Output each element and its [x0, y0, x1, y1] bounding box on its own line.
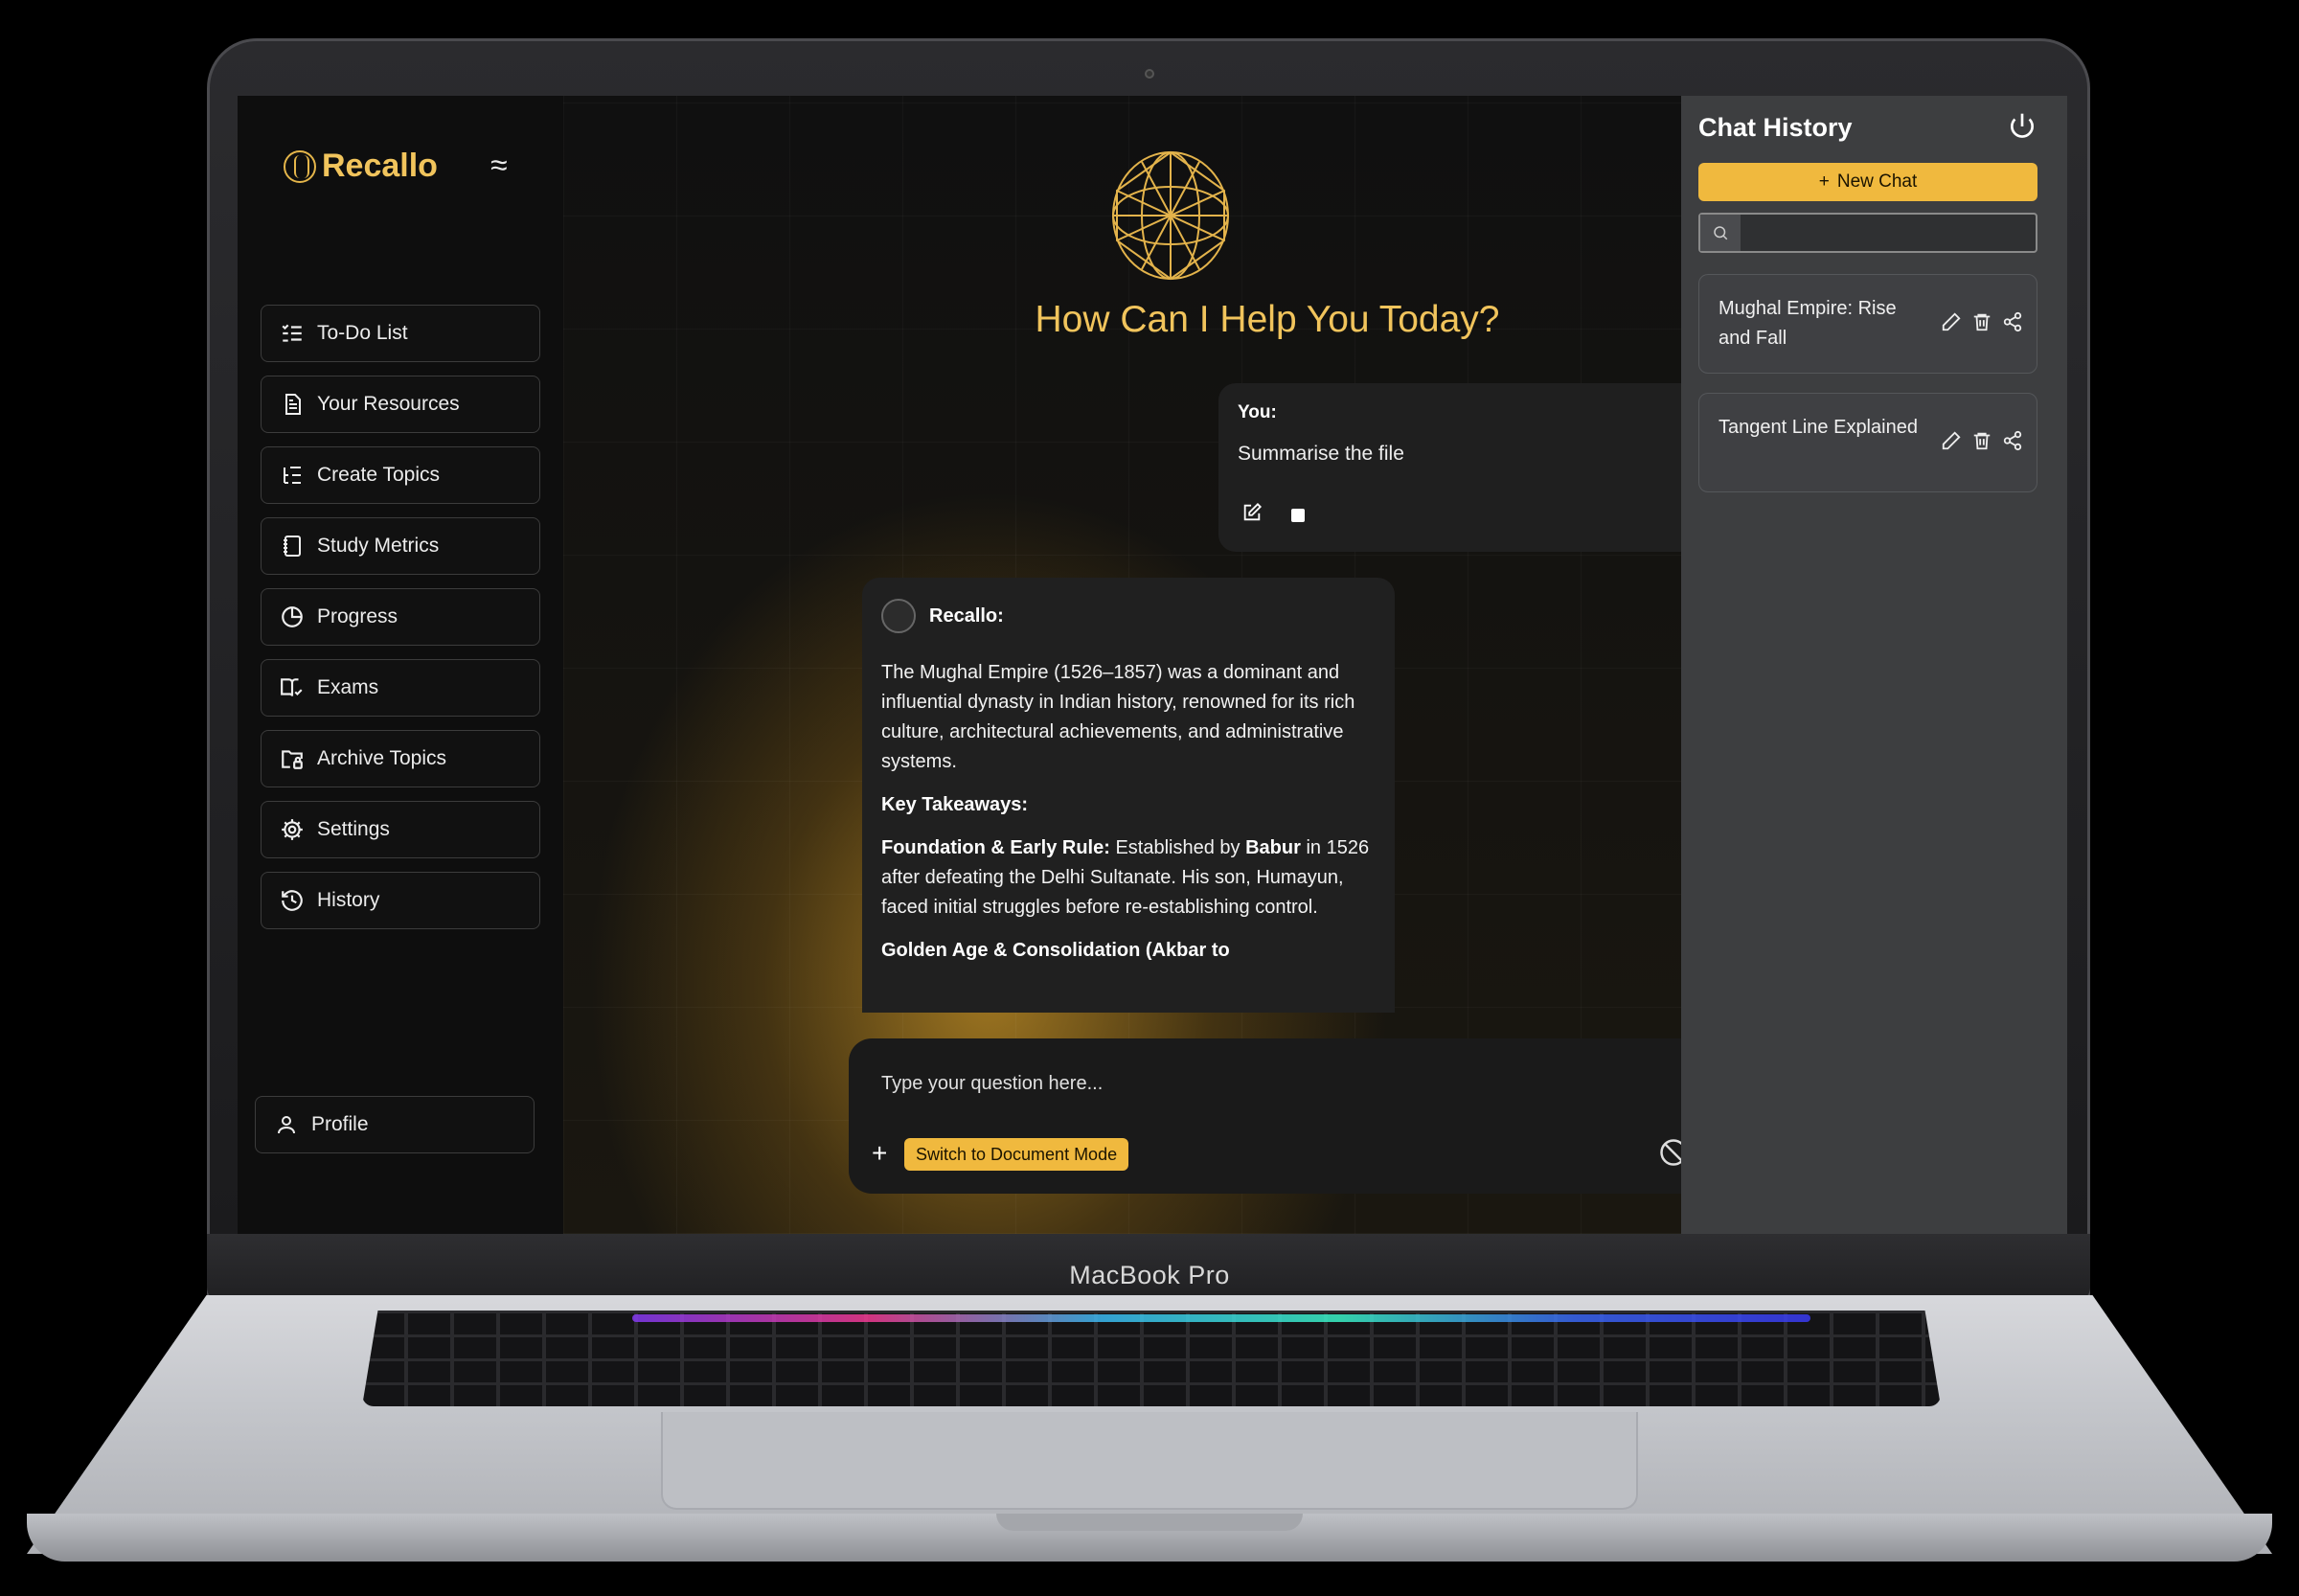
message-author: You: — [1238, 402, 1277, 422]
new-chat-button[interactable]: + New Chat — [1698, 163, 2037, 201]
chat-main: How Can I Help You Today? You: Summarise… — [563, 96, 1711, 1234]
message-composer: + Switch to Document Mode — [849, 1038, 1711, 1194]
message-actions — [1241, 502, 1305, 528]
chat-title: Mughal Empire: Rise and Fall — [1719, 298, 1897, 349]
pie-chart-icon — [279, 604, 306, 630]
notebook-icon — [279, 533, 306, 559]
sidebar-item-create-topics[interactable]: Create Topics — [261, 446, 540, 504]
brand[interactable]: Recallo — [284, 148, 438, 185]
topics-list-icon — [279, 462, 306, 489]
sidebar-item-label: History — [317, 889, 380, 911]
chat-history-item[interactable]: Mughal Empire: Rise and Fall — [1698, 274, 2037, 374]
brain-logo-icon — [284, 149, 316, 183]
sidebar-nav: To-Do List Your Resources Create Topics … — [261, 305, 540, 943]
pencil-icon[interactable] — [1941, 311, 1962, 332]
folder-lock-icon — [279, 745, 306, 772]
sidebar-item-exams[interactable]: Exams — [261, 659, 540, 717]
takeaway-title: Foundation & Early Rule: — [881, 837, 1110, 858]
sidebar-item-todo-list[interactable]: To-Do List — [261, 305, 540, 362]
lid-opening-notch — [996, 1514, 1303, 1531]
chat-actions — [1941, 430, 2023, 451]
sidebar-item-label: Profile — [311, 1113, 369, 1135]
sidebar-item-label: Your Resources — [317, 393, 460, 415]
menu-toggle-icon[interactable]: ≈ — [490, 148, 508, 183]
summary-paragraph: The Mughal Empire (1526–1857) was a domi… — [881, 662, 1355, 772]
search-icon — [1700, 215, 1741, 251]
app-screen: Recallo ≈ To-Do List Your Resources Crea… — [238, 96, 2067, 1234]
checklist-icon — [279, 320, 306, 347]
question-input[interactable] — [881, 1073, 1609, 1095]
sidebar-item-label: To-Do List — [317, 322, 408, 344]
history-search — [1698, 213, 2037, 253]
brand-name: Recallo — [322, 148, 438, 184]
message-text: Summarise the file — [1238, 443, 1404, 465]
sidebar: Recallo ≈ To-Do List Your Resources Crea… — [238, 96, 563, 1234]
wireframe-globe-icon — [1112, 150, 1229, 281]
sidebar-item-your-resources[interactable]: Your Resources — [261, 376, 540, 433]
sidebar-item-progress[interactable]: Progress — [261, 588, 540, 646]
trackpad — [661, 1412, 1638, 1510]
takeaway-text: Established by — [1109, 837, 1246, 858]
share-icon[interactable] — [2002, 430, 2023, 451]
message-author: Recallo: — [929, 604, 1004, 627]
chat-title: Tangent Line Explained — [1719, 417, 1918, 438]
trash-icon[interactable] — [1971, 311, 1992, 332]
sidebar-item-label: Exams — [317, 676, 379, 698]
sidebar-item-label: Study Metrics — [317, 535, 440, 557]
gear-icon — [279, 816, 306, 843]
power-icon[interactable] — [2007, 111, 2037, 142]
takeaway-bold: Babur — [1245, 837, 1301, 858]
chat-history-panel: Chat History + New Chat Mughal Empire: R… — [1681, 96, 2067, 1234]
chat-actions — [1941, 311, 2023, 332]
search-input[interactable] — [1741, 215, 2036, 251]
keyboard — [362, 1311, 1941, 1406]
sidebar-item-profile[interactable]: Profile — [255, 1096, 535, 1153]
profile-area: Profile — [255, 1096, 535, 1167]
assistant-message: Recallo: The Mughal Empire (1526–1857) w… — [862, 578, 1395, 1013]
sidebar-item-label: Settings — [317, 818, 390, 840]
sidebar-item-history[interactable]: History — [261, 872, 540, 929]
touch-bar — [632, 1314, 1810, 1322]
history-title: Chat History — [1698, 113, 1853, 142]
device-label: MacBook Pro — [1069, 1261, 1230, 1289]
sidebar-item-label: Archive Topics — [317, 747, 447, 769]
takeaway-point: Foundation & Early Rule: Established by … — [881, 833, 1376, 923]
document-icon — [279, 391, 306, 418]
page-title: How Can I Help You Today? — [1035, 299, 1500, 340]
user-message: You: Summarise the file — [1218, 383, 1697, 552]
plus-icon: + — [1818, 171, 1830, 192]
assistant-avatar — [881, 599, 916, 633]
sidebar-item-label: Progress — [317, 605, 398, 627]
assistant-message-body: The Mughal Empire (1526–1857) was a domi… — [881, 658, 1376, 966]
history-icon — [279, 887, 306, 914]
trash-icon[interactable] — [1971, 430, 1992, 451]
webcam — [1145, 69, 1154, 79]
sidebar-item-settings[interactable]: Settings — [261, 801, 540, 858]
book-check-icon — [279, 674, 306, 701]
sidebar-item-study-metrics[interactable]: Study Metrics — [261, 517, 540, 575]
stop-icon[interactable] — [1291, 508, 1305, 522]
sidebar-item-label: Create Topics — [317, 464, 441, 486]
sidebar-item-archive-topics[interactable]: Archive Topics — [261, 730, 540, 787]
switch-document-mode-button[interactable]: Switch to Document Mode — [904, 1138, 1129, 1171]
user-icon — [273, 1111, 300, 1138]
pencil-icon[interactable] — [1941, 430, 1962, 451]
takeaways-heading: Key Takeaways: — [881, 794, 1029, 815]
edit-icon[interactable] — [1241, 502, 1263, 528]
chat-history-item[interactable]: Tangent Line Explained — [1698, 393, 2037, 492]
share-icon[interactable] — [2002, 311, 2023, 332]
new-chat-label: New Chat — [1836, 171, 1918, 192]
takeaway-title: Golden Age & Consolidation (Akbar to — [881, 940, 1230, 961]
add-attachment-icon[interactable]: + — [872, 1138, 887, 1169]
assistant-header: Recallo: — [881, 599, 1376, 633]
